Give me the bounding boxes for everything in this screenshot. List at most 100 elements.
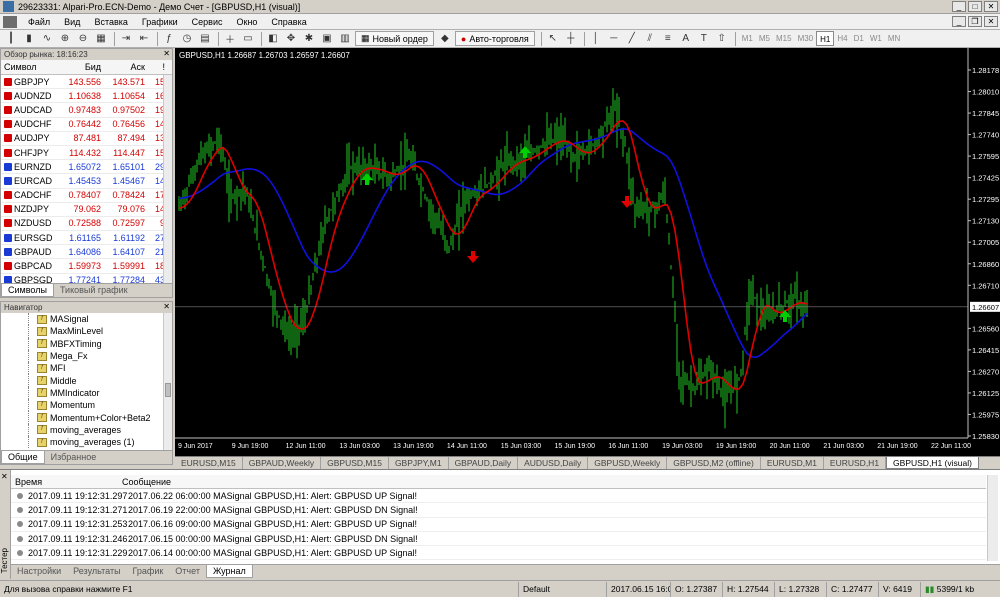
table-row[interactable]: EURSGD 1.61165 1.61192 27	[1, 231, 172, 246]
indicators-icon[interactable]: ƒ	[161, 31, 177, 46]
market-watch-scrollbar[interactable]	[163, 75, 172, 284]
tf-m1[interactable]: M1	[739, 31, 756, 46]
metaeditor-icon[interactable]: ◆	[437, 31, 453, 46]
chart-tab[interactable]: GBPUSD,M15	[321, 457, 389, 469]
table-row[interactable]: EURCAD 1.45453 1.45467 14	[1, 174, 172, 189]
chart-tab[interactable]: EURUSD,H1	[824, 457, 887, 469]
vertical-line-icon[interactable]: │	[588, 31, 604, 46]
table-row[interactable]: AUDJPY 87.481 87.494 13	[1, 132, 172, 146]
navigator-item[interactable]: f moving_averages	[1, 423, 165, 437]
market-watch-icon[interactable]: ◧	[265, 31, 281, 46]
chart-tab[interactable]: GBPAUD,Daily	[449, 457, 519, 469]
close-icon[interactable]: ✕	[163, 302, 170, 311]
tf-h4[interactable]: H4	[834, 31, 850, 46]
navigator-item[interactable]: f MMIndicator	[1, 386, 165, 400]
header-time[interactable]: Время	[11, 477, 122, 487]
candlestick-icon[interactable]: ▮	[21, 31, 37, 46]
journal-row[interactable]: 2017.09.11 19:12:31.271 2017.06.19 22:00:…	[11, 503, 986, 518]
close-button[interactable]: ✕	[984, 1, 998, 12]
cursor-icon[interactable]: ↖	[545, 31, 561, 46]
close-icon[interactable]: ✕	[163, 49, 170, 58]
journal-row[interactable]: 2017.09.11 19:12:31.229 2017.06.14 00:00:…	[11, 546, 986, 561]
table-row[interactable]: AUDCHF 0.76442 0.76456 14	[1, 118, 172, 132]
table-row[interactable]: GBPAUD 1.64086 1.64107 21	[1, 245, 172, 260]
data-window-icon[interactable]: ✥	[283, 31, 299, 46]
minimize-button[interactable]: _	[952, 1, 966, 12]
new-chart-icon[interactable]: ＋	[222, 31, 238, 46]
price-chart[interactable]: GBPUSD,H1 1.26687 1.26703 1.26597 1.2660…	[175, 48, 1000, 456]
tab-common[interactable]: Общие	[1, 451, 45, 464]
header-ask[interactable]: Аск	[101, 62, 145, 72]
tf-m15[interactable]: M15	[773, 31, 795, 46]
navigator-item[interactable]: f moving_averages (1)	[1, 435, 165, 449]
maximize-button[interactable]: □	[968, 1, 982, 12]
label-tool-icon[interactable]: T	[696, 31, 712, 46]
tester-icon[interactable]: ▥	[337, 31, 353, 46]
horizontal-line-icon[interactable]: ─	[606, 31, 622, 46]
channel-icon[interactable]: ⫽	[642, 31, 658, 46]
tab-settings[interactable]: Настройки	[11, 565, 67, 578]
chart-tab[interactable]: GBPUSD,Weekly	[588, 457, 668, 469]
journal-scrollbar[interactable]	[987, 475, 998, 561]
bar-chart-icon[interactable]: ┃	[3, 31, 19, 46]
table-row[interactable]: CHFJPY 114.432 114.447 15	[1, 146, 172, 161]
table-row[interactable]: AUDNZD 1.10638 1.10654 16	[1, 89, 172, 104]
tab-journal[interactable]: Журнал	[205, 565, 253, 578]
header-message[interactable]: Сообщение	[122, 477, 171, 487]
tf-w1[interactable]: W1	[867, 31, 885, 46]
table-row[interactable]: NZDJPY 79.062 79.076 14	[1, 203, 172, 217]
navigator-scrollbar[interactable]	[163, 313, 172, 452]
zoom-out-icon[interactable]: ⊖	[75, 31, 91, 46]
navigator-icon[interactable]: ✱	[301, 31, 317, 46]
menu-window[interactable]: Окно	[230, 14, 265, 30]
navigator-item[interactable]: f MASignal	[1, 313, 165, 326]
tf-d1[interactable]: D1	[851, 31, 867, 46]
journal-row[interactable]: 2017.09.11 19:12:31.246 2017.06.15 00:00:…	[11, 532, 986, 547]
table-row[interactable]: CADCHF 0.78407 0.78424 17	[1, 189, 172, 203]
navigator-item[interactable]: f MFI	[1, 362, 165, 375]
tab-graph[interactable]: График	[127, 565, 170, 578]
menu-help[interactable]: Справка	[264, 14, 313, 30]
navigator-item[interactable]: f Mega_Fx	[1, 349, 165, 363]
zoom-in-icon[interactable]: ⊕	[57, 31, 73, 46]
line-chart-icon[interactable]: ∿	[39, 31, 55, 46]
chart-window[interactable]: GBPUSD,H1 1.26687 1.26703 1.26597 1.2660…	[175, 48, 1000, 456]
periods-icon[interactable]: ◷	[179, 31, 195, 46]
table-row[interactable]: AUDCAD 0.97483 0.97502 19	[1, 103, 172, 118]
navigator-item[interactable]: f Middle	[1, 374, 165, 388]
table-row[interactable]: EURNZD 1.65072 1.65101 29	[1, 160, 172, 175]
crosshair-icon[interactable]: ┼	[563, 31, 579, 46]
journal-row[interactable]: 2017.09.11 19:12:31.297 2017.06.22 06:00:…	[11, 489, 986, 504]
chart-tab[interactable]: EURUSD,M15	[175, 457, 243, 469]
terminal-icon[interactable]: ▣	[319, 31, 335, 46]
tile-windows-icon[interactable]: ▦	[93, 31, 109, 46]
tab-symbols[interactable]: Символы	[1, 284, 54, 297]
new-order-button[interactable]: ▦ Новый ордер	[355, 31, 434, 46]
header-symbol[interactable]: Символ	[1, 62, 59, 72]
chart-tab[interactable]: GBPJPY,M1	[389, 457, 449, 469]
menu-file[interactable]: Файл	[21, 14, 57, 30]
mdi-close-button[interactable]: ✕	[984, 16, 998, 27]
tf-mn[interactable]: MN	[885, 31, 903, 46]
close-icon[interactable]: ✕	[1, 472, 8, 481]
menu-view[interactable]: Вид	[57, 14, 87, 30]
tf-m30[interactable]: M30	[795, 31, 817, 46]
header-spread[interactable]: !	[145, 62, 167, 72]
profiles-icon[interactable]: ▭	[240, 31, 256, 46]
chart-tab[interactable]: GBPUSD,M2 (offline)	[667, 457, 761, 469]
tab-results[interactable]: Результаты	[67, 565, 126, 578]
chart-tab[interactable]: GBPAUD,Weekly	[243, 457, 322, 469]
navigator-item[interactable]: f MaxMinLevel	[1, 325, 165, 338]
chart-shift-icon[interactable]: ⇤	[136, 31, 152, 46]
tf-m5[interactable]: M5	[756, 31, 773, 46]
fibo-icon[interactable]: ≡	[660, 31, 676, 46]
mdi-minimize-button[interactable]: _	[952, 16, 966, 27]
tab-report[interactable]: Отчет	[169, 565, 206, 578]
mdi-restore-button[interactable]: ❐	[968, 16, 982, 27]
navigator-item[interactable]: f MBFXTiming	[1, 337, 165, 351]
status-profile[interactable]: Default	[518, 581, 606, 597]
text-tool-icon[interactable]: A	[678, 31, 694, 46]
templates-icon[interactable]: ▤	[197, 31, 213, 46]
scroll-thumb[interactable]	[165, 383, 171, 397]
menu-tools[interactable]: Сервис	[185, 14, 230, 30]
